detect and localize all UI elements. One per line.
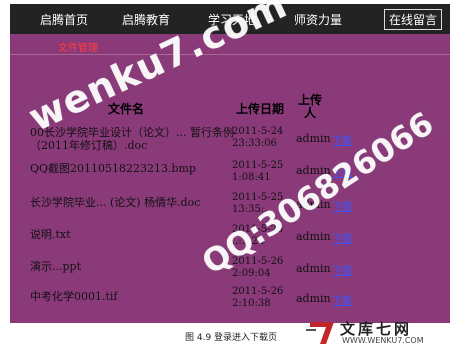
upload-date-cell: 2011-5-26 2:10:38 bbox=[232, 286, 284, 309]
upload-date-cell: 2011-5-24 23:33:06 bbox=[232, 126, 284, 149]
uploader-cell: admin bbox=[296, 262, 331, 275]
download-link[interactable]: 下载 bbox=[332, 132, 352, 147]
file-name-cell: 长沙学院毕业... (论文) 杨倩华.doc bbox=[30, 196, 201, 209]
download-link[interactable]: 下载 bbox=[332, 292, 352, 307]
nav-item-message[interactable]: 在线留言 bbox=[384, 9, 443, 30]
header-uploader: 上传人 bbox=[298, 93, 323, 120]
download-link[interactable]: 下载 bbox=[332, 230, 352, 245]
logo-seven-mark bbox=[310, 322, 334, 344]
screenshot-frame: 启腾首页 启腾教育 学习天地 师资力量 在线留言 文件管理 文件名 上传日期 上… bbox=[0, 0, 459, 349]
figure-caption: 图 4.9 登录进入下载页 bbox=[185, 333, 278, 343]
uploader-cell: admin bbox=[296, 132, 331, 145]
nav-item-teachers[interactable]: 师资力量 bbox=[294, 11, 342, 28]
upload-date-cell: 2011-5-25 1:08:41 bbox=[232, 160, 284, 183]
panel-divider bbox=[10, 54, 450, 55]
file-name-cell: 中考化学0001.tif bbox=[30, 290, 118, 303]
logo-url: WWW.WENKU7.COM bbox=[342, 336, 424, 345]
panel-title: 文件管理 bbox=[58, 43, 98, 54]
header-upload-date: 上传日期 bbox=[236, 102, 285, 116]
file-name-cell: 说明.txt bbox=[30, 228, 71, 241]
download-link[interactable]: 下载 bbox=[332, 262, 352, 277]
nav-item-education[interactable]: 启腾教育 bbox=[122, 11, 170, 28]
uploader-cell: admin bbox=[296, 292, 331, 305]
uploader-cell: admin bbox=[296, 230, 331, 243]
nav-item-home[interactable]: 启腾首页 bbox=[40, 11, 88, 28]
file-name-cell: QQ截图20110518223213.bmp bbox=[30, 162, 197, 175]
